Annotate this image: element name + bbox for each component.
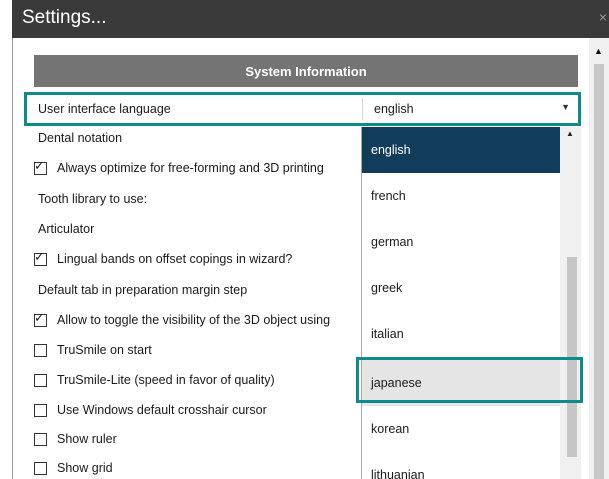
setting-label: Tooth library to use: [38, 192, 148, 206]
scroll-up-icon[interactable]: ▲ [594, 46, 603, 56]
setting-label: Articulator [38, 222, 95, 236]
window-border [12, 38, 13, 479]
setting-show-ruler[interactable]: Show ruler [24, 427, 117, 451]
check-icon: ✓ [34, 249, 45, 265]
setting-trusmile-lite[interactable]: TruSmile-Lite (speed in favor of quality… [24, 368, 275, 392]
language-label: User interface language [38, 102, 171, 116]
language-select-value: english [374, 102, 414, 116]
setting-dental-notation: Dental notation [24, 126, 122, 150]
language-dropdown-list[interactable]: english french german greek italian japa… [361, 127, 581, 479]
setting-label: TruSmile on start [57, 343, 152, 357]
setting-label: Always optimize for free-forming and 3D … [57, 161, 324, 175]
language-setting-row: User interface language english ▼ [24, 92, 581, 126]
setting-always-optimize[interactable]: ✓ Always optimize for free-forming and 3… [24, 156, 324, 180]
checkbox-trusmile-lite[interactable] [34, 373, 47, 387]
language-option-lithuanian[interactable]: lithuanian [362, 452, 560, 479]
dropdown-scrollbar[interactable]: ▲ [560, 127, 581, 479]
setting-toggle-visibility[interactable]: ✓ Allow to toggle the visibility of the … [24, 308, 330, 332]
checkbox-lingual-bands[interactable]: ✓ [34, 249, 47, 266]
setting-label: Show ruler [57, 432, 117, 446]
main-scroll-thumb[interactable] [594, 64, 604, 479]
setting-label: TruSmile-Lite (speed in favor of quality… [57, 373, 275, 387]
setting-crosshair-cursor[interactable]: Use Windows default crosshair cursor [24, 398, 267, 422]
checkbox-crosshair-cursor[interactable] [34, 403, 47, 417]
setting-label: Default tab in preparation margin step [38, 283, 248, 297]
setting-label: Allow to toggle the visibility of the 3D… [57, 313, 331, 327]
language-option-korean[interactable]: korean [362, 406, 560, 452]
checkbox-toggle-visibility[interactable]: ✓ [34, 310, 47, 327]
settings-list: Dental notation ✓ Always optimize for fr… [24, 92, 364, 479]
main-scrollbar[interactable]: ▲ [589, 38, 609, 479]
close-icon[interactable]: × [599, 10, 607, 24]
setting-trusmile-start[interactable]: TruSmile on start [24, 338, 152, 362]
language-option-italian[interactable]: italian [362, 311, 560, 357]
checkbox-show-grid[interactable] [34, 461, 47, 475]
highlight-outline [356, 357, 583, 403]
window-title: Settings... [22, 7, 107, 28]
setting-default-tab: Default tab in preparation margin step [24, 278, 247, 302]
setting-label: Use Windows default crosshair cursor [57, 403, 267, 417]
setting-tooth-library: Tooth library to use: [24, 187, 147, 211]
scroll-up-icon[interactable]: ▲ [566, 129, 574, 138]
setting-label: Dental notation [38, 131, 123, 145]
title-bar: Settings... × [12, 0, 609, 38]
language-option-english[interactable]: english [362, 127, 560, 173]
check-icon: ✓ [34, 310, 45, 326]
setting-label: Show grid [57, 461, 113, 475]
language-select[interactable]: english ▼ [362, 98, 576, 120]
checkbox-show-ruler[interactable] [34, 432, 47, 446]
language-option-german[interactable]: german [362, 219, 560, 265]
setting-show-grid[interactable]: Show grid [24, 456, 113, 479]
section-header: System Information [34, 55, 578, 87]
check-icon: ✓ [34, 158, 45, 174]
checkbox-always-optimize[interactable]: ✓ [34, 158, 47, 175]
setting-articulator: Articulator [24, 217, 94, 241]
setting-lingual-bands[interactable]: ✓ Lingual bands on offset copings in wiz… [24, 247, 292, 271]
setting-label: Lingual bands on offset copings in wizar… [57, 252, 293, 266]
checkbox-trusmile-start[interactable] [34, 343, 47, 357]
chevron-down-icon[interactable]: ▼ [561, 102, 570, 112]
language-option-french[interactable]: french [362, 173, 560, 219]
language-option-greek[interactable]: greek [362, 265, 560, 311]
